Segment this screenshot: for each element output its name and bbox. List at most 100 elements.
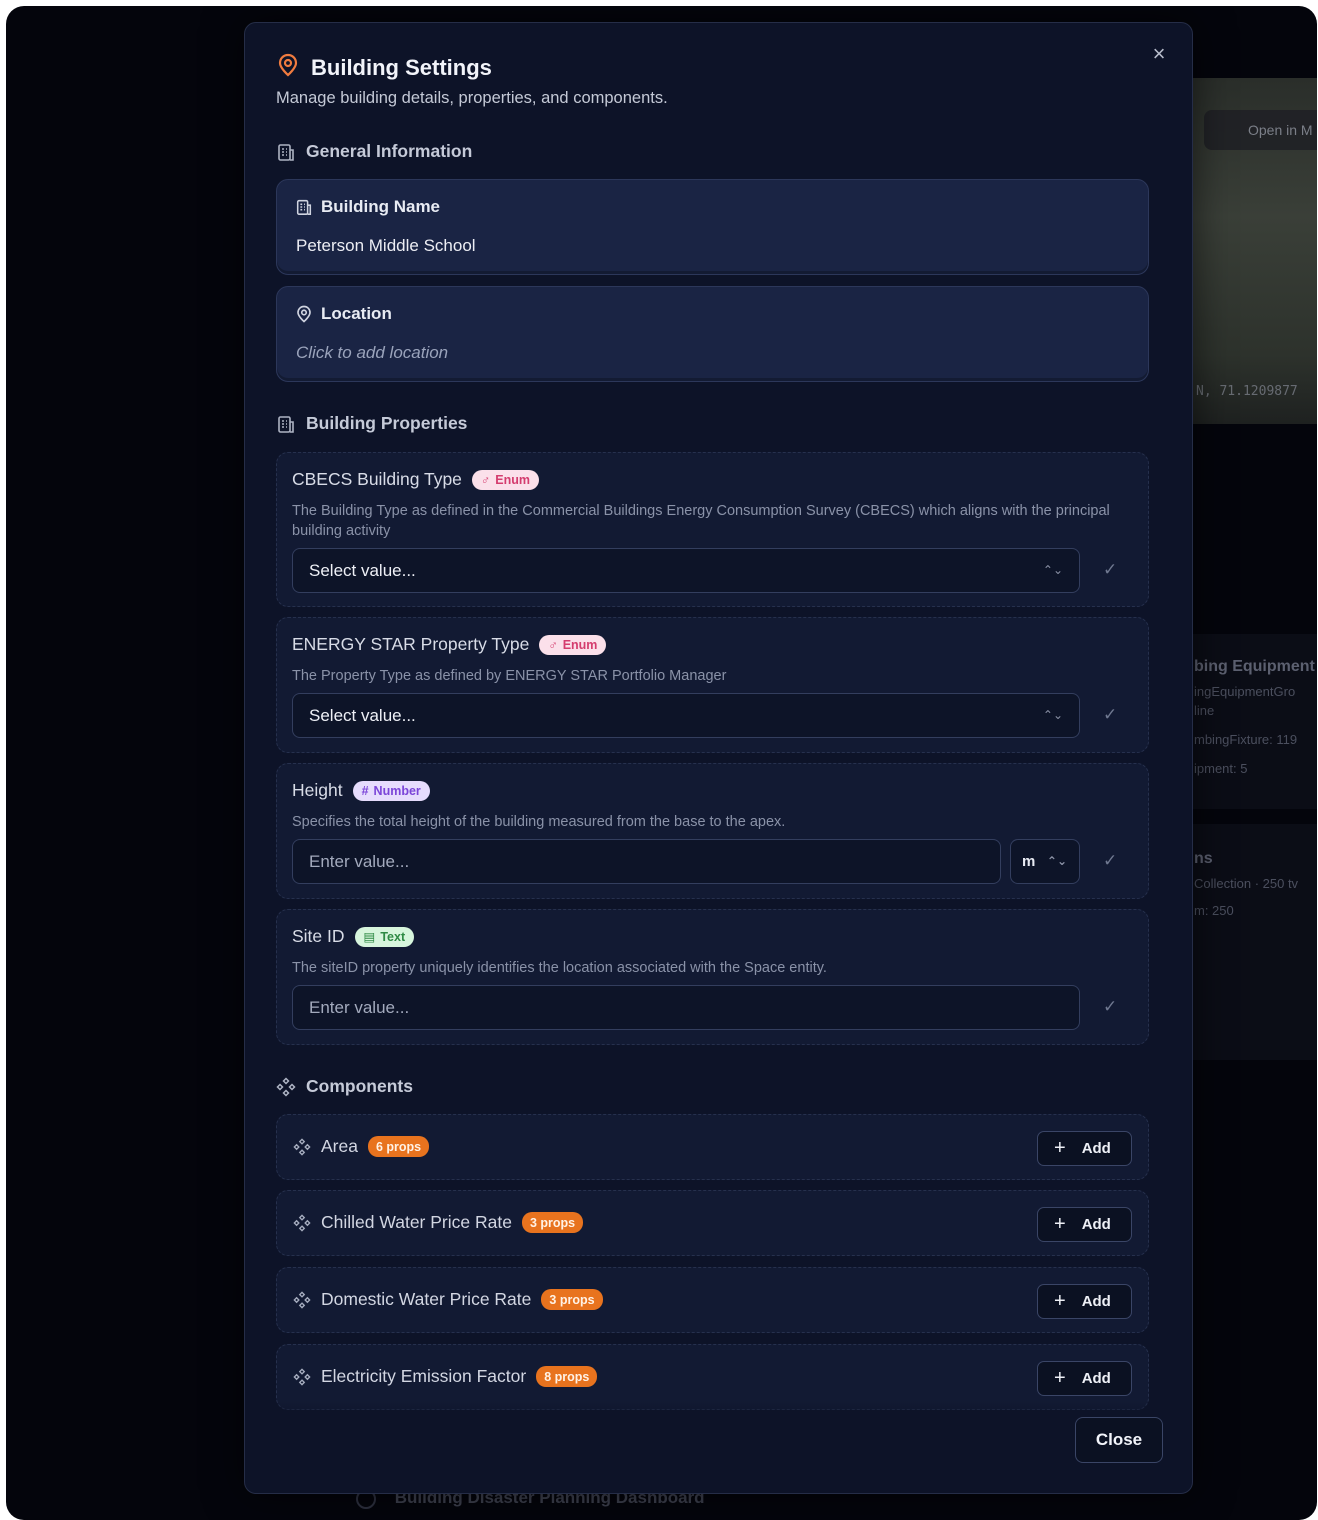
close-button[interactable]: Close <box>1075 1417 1163 1463</box>
props-badge: 8 props <box>536 1366 598 1387</box>
background-map-panel: Open in M N, 71.1209877 <box>1186 78 1317 424</box>
component-name-row: Domestic Water Price Rate 3 props <box>293 1289 603 1310</box>
property-name: ENERGY STAR Property Type <box>292 634 530 654</box>
property-name-row: CBECS Building Type ♂ Enum <box>292 469 540 490</box>
component-icon <box>276 1076 296 1097</box>
section-title: Building Properties <box>306 413 468 433</box>
location-card[interactable]: Location Click to add location <box>276 286 1149 382</box>
location-label: Location <box>321 304 392 323</box>
background-card-line: line <box>1194 703 1215 718</box>
building-settings-dialog: × Building Settings Manage building deta… <box>244 22 1193 1494</box>
component-icon <box>293 1213 311 1232</box>
component-domestic-water-price-rate: Domestic Water Price Rate 3 props + Add <box>276 1267 1149 1333</box>
plus-icon: + <box>1054 1213 1066 1235</box>
cbecs-type-select[interactable]: Select value... ⌃⌄ <box>292 548 1080 593</box>
property-description: Specifies the total height of the buildi… <box>292 814 786 830</box>
component-name-row: Area 6 props <box>293 1136 430 1157</box>
badge-label: Enum <box>562 637 598 652</box>
building-name-value[interactable]: Peterson Middle School <box>296 236 476 256</box>
property-energy-star-type: ENERGY STAR Property Type ♂ Enum The Pro… <box>276 617 1149 753</box>
property-height: Height # Number Specifies the total heig… <box>276 763 1149 899</box>
background-card-line: ingEquipmentGro <box>1194 684 1296 699</box>
check-icon[interactable]: ✓ <box>1103 997 1117 1017</box>
background-card-title: ns <box>1194 850 1213 867</box>
select-value: Select value... <box>309 561 416 580</box>
property-cbecs-building-type: CBECS Building Type ♂ Enum The Building … <box>276 452 1149 607</box>
input-placeholder: Enter value... <box>309 998 410 1017</box>
add-label: Add <box>1081 1370 1111 1387</box>
building-icon <box>278 143 294 161</box>
section-title: Components <box>306 1076 413 1096</box>
file-text-icon: ▤ <box>363 930 376 944</box>
height-input[interactable]: Enter value... <box>292 839 1001 884</box>
enum-badge: ♂ Enum <box>471 469 540 490</box>
check-icon[interactable]: ✓ <box>1103 851 1117 871</box>
input-placeholder: Enter value... <box>309 852 410 871</box>
property-name: Site ID <box>292 926 345 946</box>
badge-label: Enum <box>495 472 531 487</box>
add-label: Add <box>1081 1293 1111 1310</box>
dialog-subtitle: Manage building details, properties, and… <box>276 89 668 107</box>
building-icon <box>278 415 294 433</box>
map-pin-icon <box>297 305 311 323</box>
component-name: Area <box>321 1136 358 1156</box>
text-badge: ▤ Text <box>354 926 415 947</box>
props-badge: 3 props <box>521 1212 584 1233</box>
open-in-maps-button: Open in M <box>1204 110 1317 150</box>
property-site-id: Site ID ▤ Text The siteID property uniqu… <box>276 909 1149 1045</box>
component-name: Domestic Water Price Rate <box>321 1289 532 1309</box>
screen: Open in M N, 71.1209877 bing Equipment i… <box>6 6 1317 1520</box>
building-name-label-row: Building Name <box>295 197 440 217</box>
add-label: Add <box>1081 1140 1111 1157</box>
add-domestic-water-price-rate-button[interactable]: + Add <box>1037 1284 1132 1319</box>
property-name-row: ENERGY STAR Property Type ♂ Enum <box>292 634 607 655</box>
chevrons-up-down-icon: ⌃⌄ <box>1046 854 1067 868</box>
building-name-label: Building Name <box>321 197 441 216</box>
background-card-line: mbingFixture: 119 <box>1194 732 1298 747</box>
background-card-line: ipment: 5 <box>1194 761 1248 776</box>
location-label-row: Location <box>295 304 392 324</box>
add-chilled-water-price-rate-button[interactable]: + Add <box>1037 1207 1132 1242</box>
property-name-row: Height # Number <box>292 780 430 801</box>
add-label: Add <box>1081 1216 1111 1233</box>
section-title: General Information <box>306 141 473 161</box>
close-icon[interactable]: × <box>1148 43 1170 65</box>
component-chilled-water-price-rate: Chilled Water Price Rate 3 props + Add <box>276 1190 1149 1256</box>
component-name: Chilled Water Price Rate <box>321 1212 512 1232</box>
background-card-title: bing Equipment <box>1194 658 1315 675</box>
props-badge: 6 props <box>367 1136 430 1157</box>
enum-badge: ♂ Enum <box>539 634 607 655</box>
number-badge: # Number <box>352 780 430 801</box>
building-name-card[interactable]: Building Name Peterson Middle School <box>276 179 1149 275</box>
component-name-row: Electricity Emission Factor 8 props <box>293 1366 598 1387</box>
background-coords: N, 71.1209877 <box>1196 384 1298 399</box>
props-badge: 3 props <box>541 1289 603 1310</box>
plus-icon: + <box>1054 1367 1066 1389</box>
site-id-input[interactable]: Enter value... <box>292 985 1080 1030</box>
property-name-row: Site ID ▤ Text <box>292 926 415 947</box>
background-card-collection: ns Collection · 250 tv m: 250 <box>1186 824 1317 1060</box>
component-icon <box>293 1137 311 1156</box>
energy-star-type-select[interactable]: Select value... ⌃⌄ <box>292 693 1080 738</box>
check-icon[interactable]: ✓ <box>1103 705 1117 725</box>
background-card-line: Collection · 250 tv <box>1194 876 1299 891</box>
property-name: CBECS Building Type <box>292 469 462 489</box>
property-name: Height <box>292 780 343 800</box>
enum-icon: ♂ <box>548 637 558 652</box>
unit-select[interactable]: m ⌃⌄ <box>1010 839 1080 884</box>
open-in-maps-label: Open in M <box>1248 122 1313 138</box>
hash-icon: # <box>361 783 369 798</box>
select-value: Select value... <box>309 706 416 725</box>
chevrons-up-down-icon: ⌃⌄ <box>1042 708 1063 722</box>
add-electricity-emission-factor-button[interactable]: + Add <box>1037 1361 1132 1396</box>
component-name-row: Chilled Water Price Rate 3 props <box>293 1212 584 1233</box>
check-icon[interactable]: ✓ <box>1103 560 1117 580</box>
property-description: The Property Type as defined by ENERGY S… <box>292 668 727 684</box>
section-general-information: General Information <box>276 141 472 162</box>
add-area-button[interactable]: + Add <box>1037 1131 1132 1166</box>
location-placeholder[interactable]: Click to add location <box>296 343 448 363</box>
section-components: Components <box>276 1076 413 1097</box>
plus-icon: + <box>1054 1290 1066 1312</box>
dialog-header: Building Settings <box>277 53 492 82</box>
map-pin-icon <box>277 53 299 82</box>
